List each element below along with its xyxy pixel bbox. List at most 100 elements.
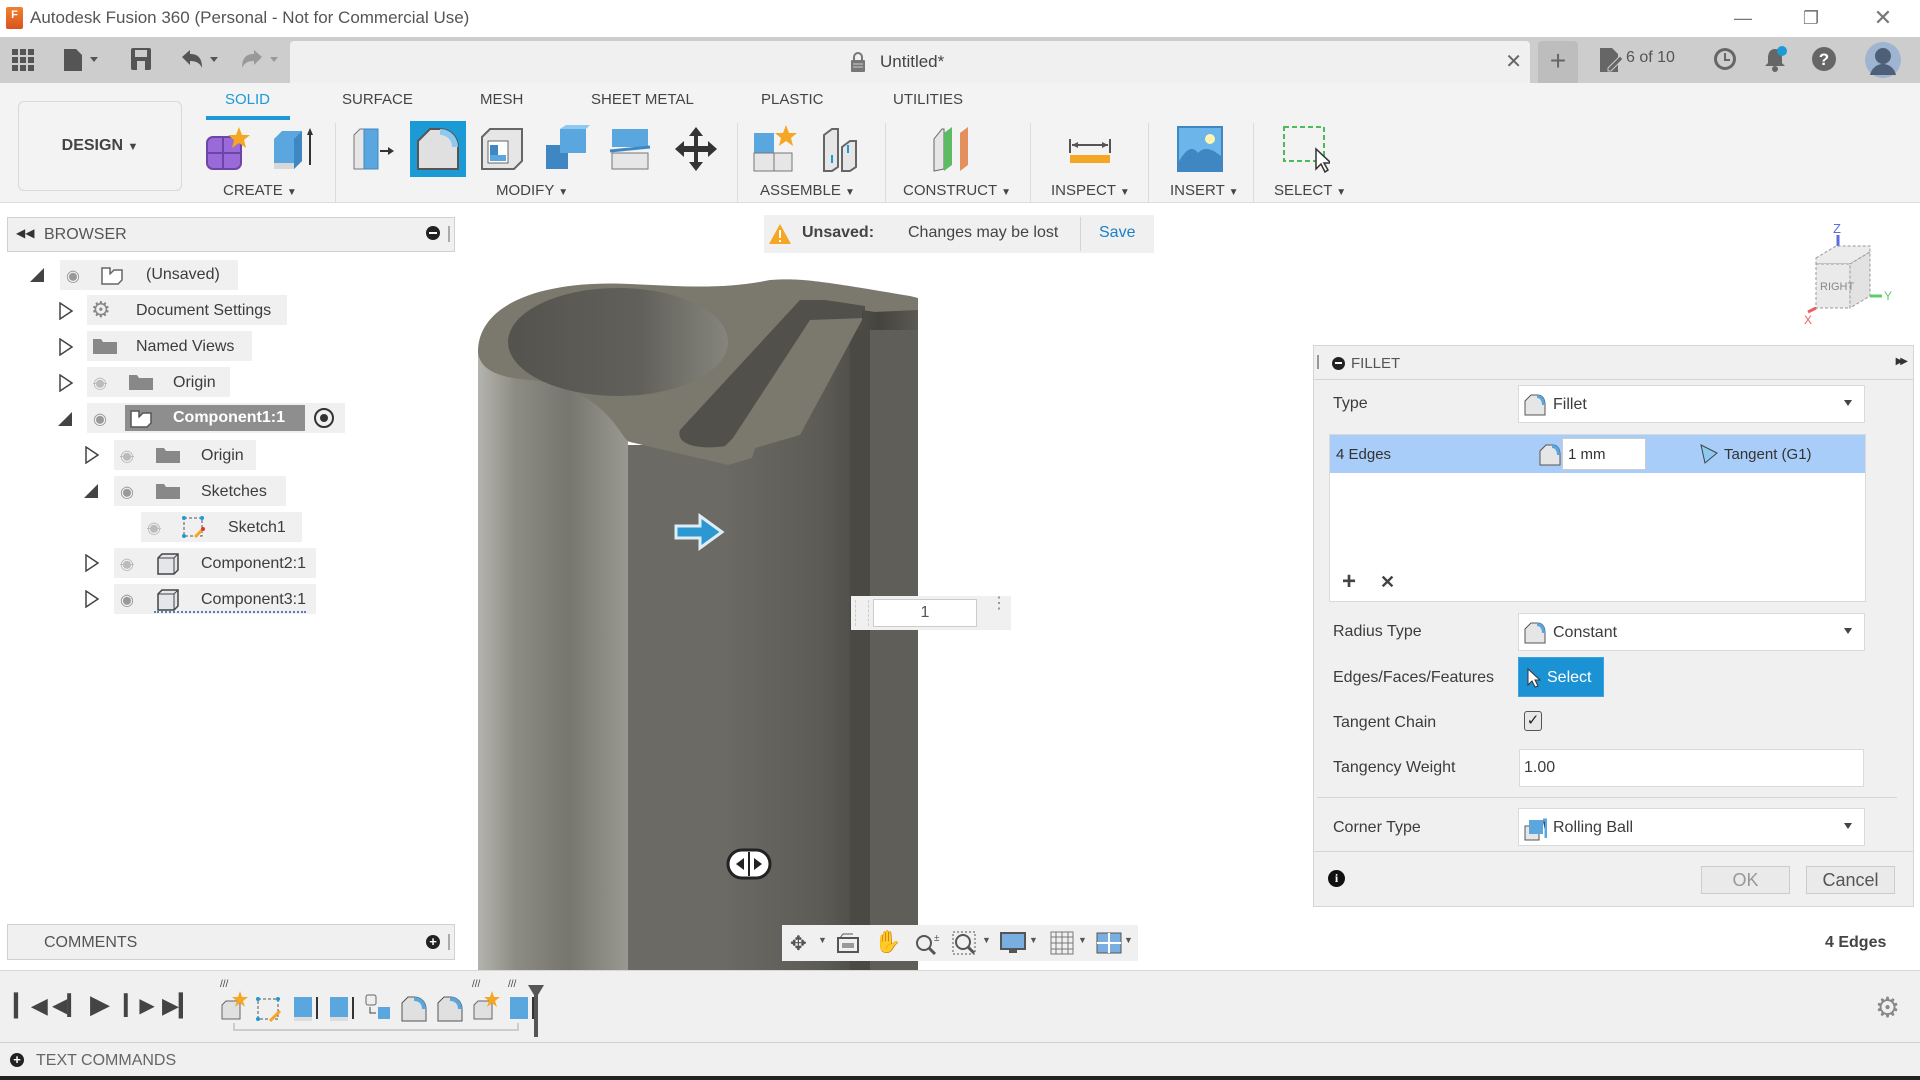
type-dropdown[interactable]: Fillet [1518, 385, 1865, 423]
window-select-icon[interactable] [1282, 125, 1330, 173]
press-pull-icon[interactable] [350, 125, 398, 173]
expand-triangle-icon[interactable] [84, 446, 100, 464]
jobs-status[interactable]: 6 of 10 [1626, 49, 1675, 67]
expand-triangle-icon[interactable] [58, 302, 74, 320]
jobs-icon[interactable] [1598, 46, 1624, 74]
tree-item-component2[interactable]: ◉ Component2:1 [114, 548, 316, 578]
expand-panel-icon[interactable]: + [426, 935, 440, 949]
tree-item-sketches[interactable]: ◉ Sketches [114, 476, 286, 506]
corner-type-dropdown[interactable]: Rolling Ball [1518, 808, 1865, 846]
chevron-down-icon[interactable]: ▼ [982, 935, 991, 945]
timeline-feature-sketch[interactable] [254, 979, 288, 1025]
eye-hidden-icon[interactable]: ◉ [147, 518, 161, 538]
viewports-icon[interactable] [1096, 931, 1122, 955]
fillet-header[interactable]: FILLET ▶▶ [1314, 346, 1913, 380]
more-options-icon[interactable]: ⋮ [991, 596, 1007, 612]
extrude-icon[interactable] [268, 125, 316, 173]
timeline-settings-gear-icon[interactable]: ⚙ [1875, 991, 1900, 1024]
chevron-down-icon[interactable]: ▼ [1078, 935, 1087, 945]
zoom-icon[interactable]: ± [914, 931, 940, 955]
expand-text-commands-icon[interactable]: + [10, 1053, 24, 1067]
eye-hidden-icon[interactable]: ◉ [120, 446, 134, 466]
look-at-icon[interactable] [836, 933, 860, 953]
timeline-feature-fillet[interactable] [398, 979, 432, 1025]
shell-icon[interactable] [478, 125, 526, 173]
workspace-switcher[interactable]: DESIGN ▼ [18, 101, 182, 191]
fillet-icon[interactable] [414, 125, 462, 173]
timeline-feature-component[interactable]: /// [218, 979, 252, 1025]
browser-header[interactable]: ◀◀ BROWSER [7, 217, 455, 252]
combine-icon[interactable] [542, 125, 590, 173]
drag-arrow-manipulator[interactable] [673, 512, 725, 552]
text-commands-bar[interactable]: + TEXT COMMANDS [0, 1042, 1920, 1076]
select-edges-button[interactable]: Select [1518, 657, 1604, 697]
timeline-marker[interactable] [526, 983, 546, 1039]
timeline-feature-joint[interactable] [362, 979, 396, 1025]
chevron-down-icon[interactable]: ▼ [1029, 935, 1038, 945]
edge-set-row[interactable]: 4 Edges Tangent (G1) [1330, 435, 1865, 473]
minimize-dialog-icon[interactable] [1332, 357, 1345, 370]
notification-icon[interactable] [1762, 45, 1788, 73]
display-settings-icon[interactable] [1000, 931, 1026, 955]
panel-resize-handle[interactable] [448, 226, 450, 242]
radius-type-dropdown[interactable]: Constant [1518, 613, 1865, 651]
eye-icon[interactable]: ◉ [120, 590, 134, 610]
close-tab-icon[interactable]: ✕ [1505, 49, 1522, 74]
restore-button[interactable]: ❐ [1788, 4, 1834, 32]
play-icon[interactable]: ▶ [90, 989, 110, 1020]
tree-item-named-views[interactable]: Named Views [87, 331, 252, 361]
insert-menu[interactable]: INSERT ▼ [1170, 182, 1239, 199]
expand-dialog-icon[interactable]: ▶▶ [1896, 356, 1909, 367]
remove-edge-set-icon[interactable]: ✕ [1380, 572, 1395, 593]
timeline-feature-extrude[interactable] [290, 979, 324, 1025]
tangent-chain-checkbox[interactable]: ✓ [1524, 711, 1542, 731]
new-component-icon[interactable] [203, 125, 251, 173]
chevron-down-icon[interactable]: ▼ [818, 935, 827, 945]
tree-item-sketch1[interactable]: ◉ Sketch1 [141, 512, 302, 542]
activate-radio-icon[interactable] [314, 408, 334, 428]
drag-handle[interactable] [855, 600, 869, 626]
assemble-menu[interactable]: ASSEMBLE ▼ [760, 182, 855, 199]
go-to-end-icon[interactable]: ▶▎ [162, 993, 196, 1019]
avatar[interactable] [1864, 41, 1902, 79]
pan-icon[interactable]: ✋ [874, 929, 901, 955]
chevron-down-icon[interactable]: ▼ [1124, 935, 1133, 945]
collapse-triangle-icon[interactable] [84, 482, 100, 500]
tree-item-component1[interactable]: ◉ Component1:1 [87, 403, 345, 433]
tangency-weight-input[interactable] [1519, 749, 1864, 787]
ok-button[interactable]: OK [1701, 866, 1790, 894]
expand-triangle-icon[interactable] [58, 338, 74, 356]
clock-icon[interactable] [1712, 46, 1738, 72]
eye-hidden-icon[interactable]: ◉ [93, 373, 107, 393]
tab-plastic[interactable]: PLASTIC [761, 91, 824, 108]
help-icon[interactable]: ? [1811, 46, 1837, 72]
step-forward-icon[interactable]: ▎▶ [124, 993, 155, 1018]
tab-sheet-metal[interactable]: SHEET METAL [591, 91, 694, 108]
add-edge-set-icon[interactable]: + [1342, 568, 1356, 596]
create-menu[interactable]: CREATE ▼ [223, 182, 297, 199]
expand-triangle-icon[interactable] [84, 590, 100, 608]
offset-plane-icon[interactable] [930, 125, 978, 173]
collapse-panel-icon[interactable]: ◀◀ [16, 226, 34, 240]
new-tab-button[interactable]: + [1538, 41, 1578, 83]
inspect-menu[interactable]: INSPECT ▼ [1051, 182, 1130, 199]
cancel-button[interactable]: Cancel [1806, 866, 1895, 894]
collapse-triangle-icon[interactable] [58, 410, 74, 428]
collapse-triangle-icon[interactable] [30, 266, 46, 284]
fit-icon[interactable] [952, 931, 978, 955]
save-link[interactable]: Save [1099, 224, 1135, 242]
radius-input[interactable] [873, 599, 977, 627]
tab-mesh[interactable]: MESH [480, 91, 523, 108]
tab-solid[interactable]: SOLID [225, 91, 270, 108]
grid-settings-icon[interactable] [1050, 931, 1074, 955]
minimize-button[interactable]: — [1720, 4, 1766, 32]
edge-slider-manipulator[interactable] [726, 848, 772, 880]
tab-utilities[interactable]: UTILITIES [893, 91, 963, 108]
go-to-start-icon[interactable]: ▎◀ [14, 993, 48, 1019]
offset-face-icon[interactable] [606, 125, 654, 173]
timeline-feature-fillet[interactable] [434, 979, 468, 1025]
tab-surface[interactable]: SURFACE [342, 91, 413, 108]
expand-triangle-icon[interactable] [84, 554, 100, 572]
grid-menu-icon[interactable] [12, 49, 34, 71]
minimize-panel-icon[interactable] [426, 226, 440, 240]
